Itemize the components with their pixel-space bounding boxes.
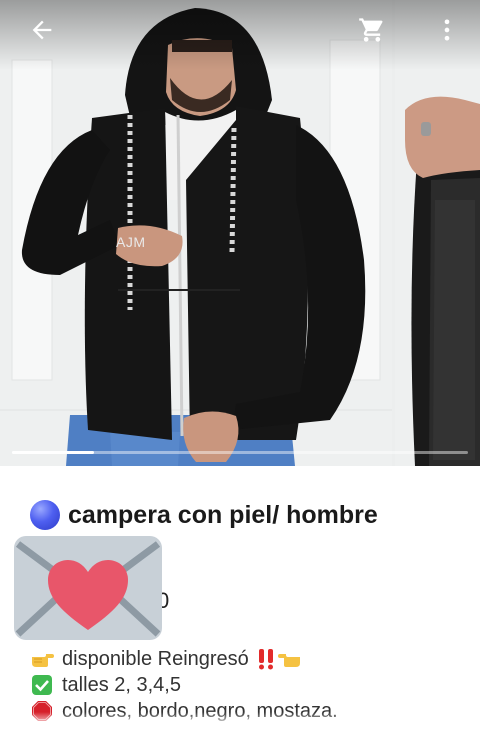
blue-circle-icon <box>30 500 60 530</box>
product-detail-screen: AJM campera con piel/ hombre 0 disponibl… <box>0 0 480 735</box>
cart-icon <box>359 18 383 42</box>
product-photo-carousel[interactable]: AJM <box>0 0 480 466</box>
pointing-right-hand-icon <box>30 648 54 670</box>
description-text: colores, bordo,negro, mostaza. <box>62 700 338 722</box>
more-vertical-icon <box>444 19 450 41</box>
cart-button[interactable] <box>352 10 392 50</box>
love-letter-button[interactable] <box>12 534 164 642</box>
next-product-photo[interactable] <box>395 0 480 466</box>
arrow-left-icon <box>32 20 52 40</box>
check-box-icon <box>30 674 54 696</box>
love-letter-icon <box>14 536 162 640</box>
listing-title: campera con piel/ hombre <box>68 500 378 529</box>
description-line: talles 2, 3,4,5 <box>30 672 470 698</box>
jacket-lining-illustration <box>395 0 480 466</box>
stop-sign-icon <box>30 700 54 722</box>
double-exclamation-icon <box>258 649 273 670</box>
hoodie-model-illustration <box>0 0 392 466</box>
description-line: colores, bordo,negro, mostaza. <box>30 698 470 724</box>
description-line: disponible Reingresó <box>30 646 470 672</box>
carousel-progress-fill <box>12 451 95 454</box>
photo-watermark: AJM <box>116 234 146 250</box>
description-emojis <box>257 648 303 670</box>
carousel-progress-track <box>12 451 468 454</box>
back-button[interactable] <box>22 10 62 50</box>
description-text: disponible Reingresó <box>62 648 249 670</box>
listing-description: disponible Reingresó talles 2, 3,4,5 col… <box>30 646 470 724</box>
listing-title-row: campera con piel/ hombre <box>30 500 378 530</box>
more-options-button[interactable] <box>427 10 467 50</box>
product-photo[interactable]: AJM <box>0 0 392 466</box>
pointing-left-hand-icon <box>277 654 300 667</box>
description-text: talles 2, 3,4,5 <box>62 674 181 696</box>
